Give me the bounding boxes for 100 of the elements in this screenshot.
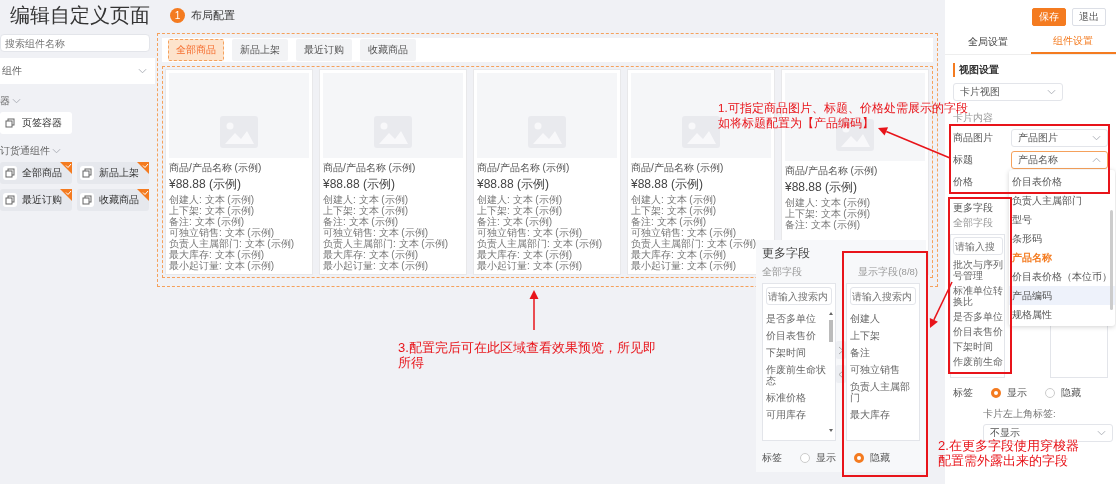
list-item[interactable]: 标准单位转换比 [953, 285, 1003, 307]
product-title: 商品/产品名称 (示例) [323, 161, 416, 175]
step-number: 1 [170, 7, 185, 23]
product-field: 最大库存: 文本 (示例) [169, 249, 264, 260]
product-price: ¥88.88 (示例) [323, 176, 396, 193]
category-tab[interactable]: 新品上架 [232, 39, 288, 61]
chevron-down-icon [12, 98, 21, 104]
radio-button[interactable] [991, 388, 1001, 398]
option-label: 隐藏 [1061, 386, 1081, 400]
dropdown-option[interactable]: 负责人主属部门 [1009, 191, 1115, 210]
product-field: 备注: 文本 (示例) [323, 216, 398, 227]
scrollbar[interactable] [1110, 210, 1113, 310]
product-title: 商品/产品名称 (示例) [631, 161, 724, 175]
list-item[interactable]: 可独立销售 [850, 364, 916, 375]
content-label: 卡片内容 [953, 112, 993, 125]
component-icon [3, 166, 17, 180]
component-icon [3, 193, 17, 207]
option-label: 显示 [1007, 386, 1027, 400]
component-item[interactable]: 页签容器 [0, 112, 72, 134]
list-item[interactable]: 价目表售价 [953, 326, 1003, 337]
list-item[interactable]: 作废前生命状态 [766, 364, 832, 386]
product-field: 最小起订量: 文本 (示例) [323, 260, 428, 271]
product-field: 备注: 文本 (示例) [631, 216, 706, 227]
annotation-text: 如将标题配置为【产品编码】 [718, 116, 874, 131]
search-field[interactable]: 请输入搜索内 [850, 287, 916, 305]
chevron-down-icon [52, 148, 61, 154]
action-button[interactable]: 退出 [1072, 8, 1106, 26]
chevron-left-icon [838, 369, 844, 379]
row-label: 商品图片 [953, 131, 994, 145]
dropdown-option[interactable]: 产品编码 [1009, 286, 1115, 305]
product-field: 负责人主属部门: 文本 (示例) [323, 238, 448, 249]
view-select[interactable]: 卡片视图 [953, 83, 1063, 101]
list-item[interactable]: 备注 [850, 347, 916, 358]
product-field: 负责人主属部门: 文本 (示例) [631, 238, 756, 249]
field-select[interactable]: 产品图片 [1011, 129, 1108, 147]
panel-title: 组件 [2, 64, 22, 78]
check-corner-icon [137, 162, 149, 174]
list-label: 全部字段 [953, 217, 993, 230]
component-icon [80, 166, 94, 180]
move-right-button[interactable] [836, 341, 846, 359]
product-field: 创建人: 文本 (示例) [785, 197, 870, 208]
component-label: 新品上架 [99, 166, 139, 180]
product-field: 备注: 文本 (示例) [169, 216, 244, 227]
dropdown-option[interactable]: 规格属性 [1009, 305, 1115, 324]
chevron-right-icon [838, 345, 844, 355]
product-field: 最大库存: 文本 (示例) [323, 249, 418, 260]
component-item[interactable]: 全部商品 [0, 162, 72, 184]
settings-tab[interactable]: 全局设置 [945, 30, 1031, 54]
product-field: 备注: 文本 (示例) [785, 219, 860, 230]
list-label: 显示字段(8/8) [858, 266, 918, 279]
product-price: ¥88.88 (示例) [631, 176, 704, 193]
list-item[interactable]: 负责人主属部门 [850, 381, 916, 403]
scrollbar[interactable] [828, 310, 834, 434]
product-field: 上下架: 文本 (示例) [323, 205, 408, 216]
search-field[interactable]: 请输入搜索内 [766, 287, 832, 305]
list-item[interactable]: 标准价格 [766, 392, 832, 403]
product-title: 商品/产品名称 (示例) [477, 161, 570, 175]
list-item[interactable]: 价目表售价 [766, 330, 832, 341]
list-item[interactable]: 上下架 [850, 330, 916, 341]
chevron-down-icon [138, 68, 147, 74]
radio-button[interactable] [800, 453, 810, 463]
component-item[interactable]: 收藏商品 [77, 189, 149, 211]
component-item[interactable]: 最近订购 [0, 189, 72, 211]
option-label: 显示 [816, 451, 836, 465]
corner-tag-label: 卡片左上角标签: [983, 408, 1056, 421]
annotation-text: 配置需外露出来的字段 [938, 453, 1068, 468]
product-title: 商品/产品名称 (示例) [785, 164, 878, 178]
category-tab[interactable]: 收藏商品 [360, 39, 416, 61]
product-field: 可独立销售: 文本 (示例) [631, 227, 736, 238]
tag-label: 标签 [762, 451, 782, 465]
list-item[interactable]: 可用库存 [766, 409, 832, 420]
move-left-button[interactable] [836, 365, 846, 383]
field-select[interactable]: 产品名称 [1011, 151, 1108, 169]
dropdown-option[interactable]: 条形码 [1009, 229, 1115, 248]
search-field[interactable]: 请输入搜 [953, 237, 1003, 255]
list-item[interactable]: 批次与序列号管理 [953, 259, 1003, 281]
dropdown-option[interactable]: 价目表价格 [1009, 172, 1115, 191]
radio-button[interactable] [1045, 388, 1055, 398]
list-item[interactable]: 作废前生命 [953, 356, 1003, 367]
list-item[interactable]: 是否多单位 [766, 313, 832, 324]
list-item[interactable]: 最大库存 [850, 409, 916, 420]
page-title: 编辑自定义页面 [10, 2, 150, 28]
list-item[interactable]: 是否多单位 [953, 311, 1003, 322]
category-tab[interactable]: 最近订购 [296, 39, 352, 61]
collapse-panel[interactable]: 组件 [0, 58, 155, 84]
dropdown-option[interactable]: 价目表价格（本位币） [1009, 267, 1115, 286]
group-title: 订货通组件 [0, 144, 50, 158]
component-item[interactable]: 新品上架 [77, 162, 149, 184]
product-field: 负责人主属部门: 文本 (示例) [169, 238, 294, 249]
list-item[interactable]: 下架时间 [766, 347, 832, 358]
tag-label: 标签 [953, 386, 973, 400]
product-field: 创建人: 文本 (示例) [631, 194, 716, 205]
radio-button[interactable] [854, 453, 864, 463]
chevron-down-icon [1092, 135, 1101, 141]
list-item[interactable]: 下架时间 [953, 341, 1003, 352]
dropdown-option[interactable]: 型号 [1009, 210, 1115, 229]
product-field: 最小起订量: 文本 (示例) [631, 260, 736, 271]
group-title: 器 [0, 94, 10, 108]
list-item[interactable]: 创建人 [850, 313, 916, 324]
search-field[interactable]: 搜索组件名称 [0, 34, 150, 52]
